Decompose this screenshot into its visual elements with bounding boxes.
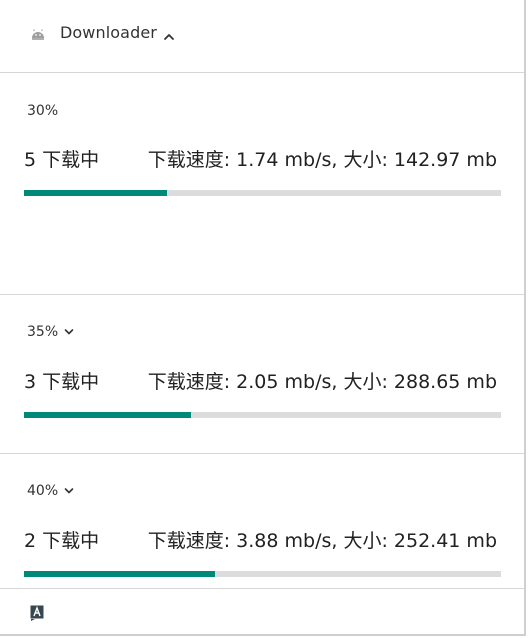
speed-size-text: 下载速度: 3.88 mb/s, 大小: 252.41 mb (147, 530, 497, 552)
download-notification[interactable]: 35% 3 下载中 下载速度: 2.05 mb/s, 大小: 288.65 mb (0, 295, 524, 454)
chevron-up-icon[interactable] (163, 27, 175, 40)
progress-bar (24, 190, 501, 196)
progress-bar (24, 571, 501, 577)
downloading-count: 2 下载中 (24, 530, 100, 552)
app-name: Downloader (60, 23, 157, 42)
percent-label: 30% (27, 103, 59, 119)
percent-label: 40% (27, 483, 59, 499)
percent-label: 35% (27, 324, 59, 340)
speed-size-text: 下载速度: 1.74 mb/s, 大小: 142.97 mb (147, 149, 497, 171)
android-icon (30, 26, 46, 40)
progress-fill (24, 190, 168, 196)
progress-percent[interactable]: 35% (27, 324, 74, 340)
chevron-down-icon[interactable] (64, 487, 74, 495)
download-notification[interactable]: 40% 2 下载中 下载速度: 3.88 mb/s, 大小: 252.41 mb (0, 454, 524, 589)
speed-size-text: 下载速度: 2.05 mb/s, 大小: 288.65 mb (147, 371, 497, 393)
font-a-icon[interactable] (30, 605, 44, 621)
progress-fill (24, 571, 215, 577)
download-notification[interactable]: 30% 5 下载中 下载速度: 1.74 mb/s, 大小: 142.97 mb (0, 73, 524, 295)
chevron-down-icon[interactable] (64, 328, 74, 336)
progress-percent[interactable]: 40% (27, 483, 74, 499)
notification-header[interactable]: Downloader (0, 0, 524, 73)
progress-bar (24, 412, 501, 418)
downloading-count: 5 下载中 (24, 149, 100, 171)
downloading-count: 3 下载中 (24, 371, 100, 393)
progress-percent: 30% (27, 103, 58, 119)
progress-fill (24, 412, 191, 418)
